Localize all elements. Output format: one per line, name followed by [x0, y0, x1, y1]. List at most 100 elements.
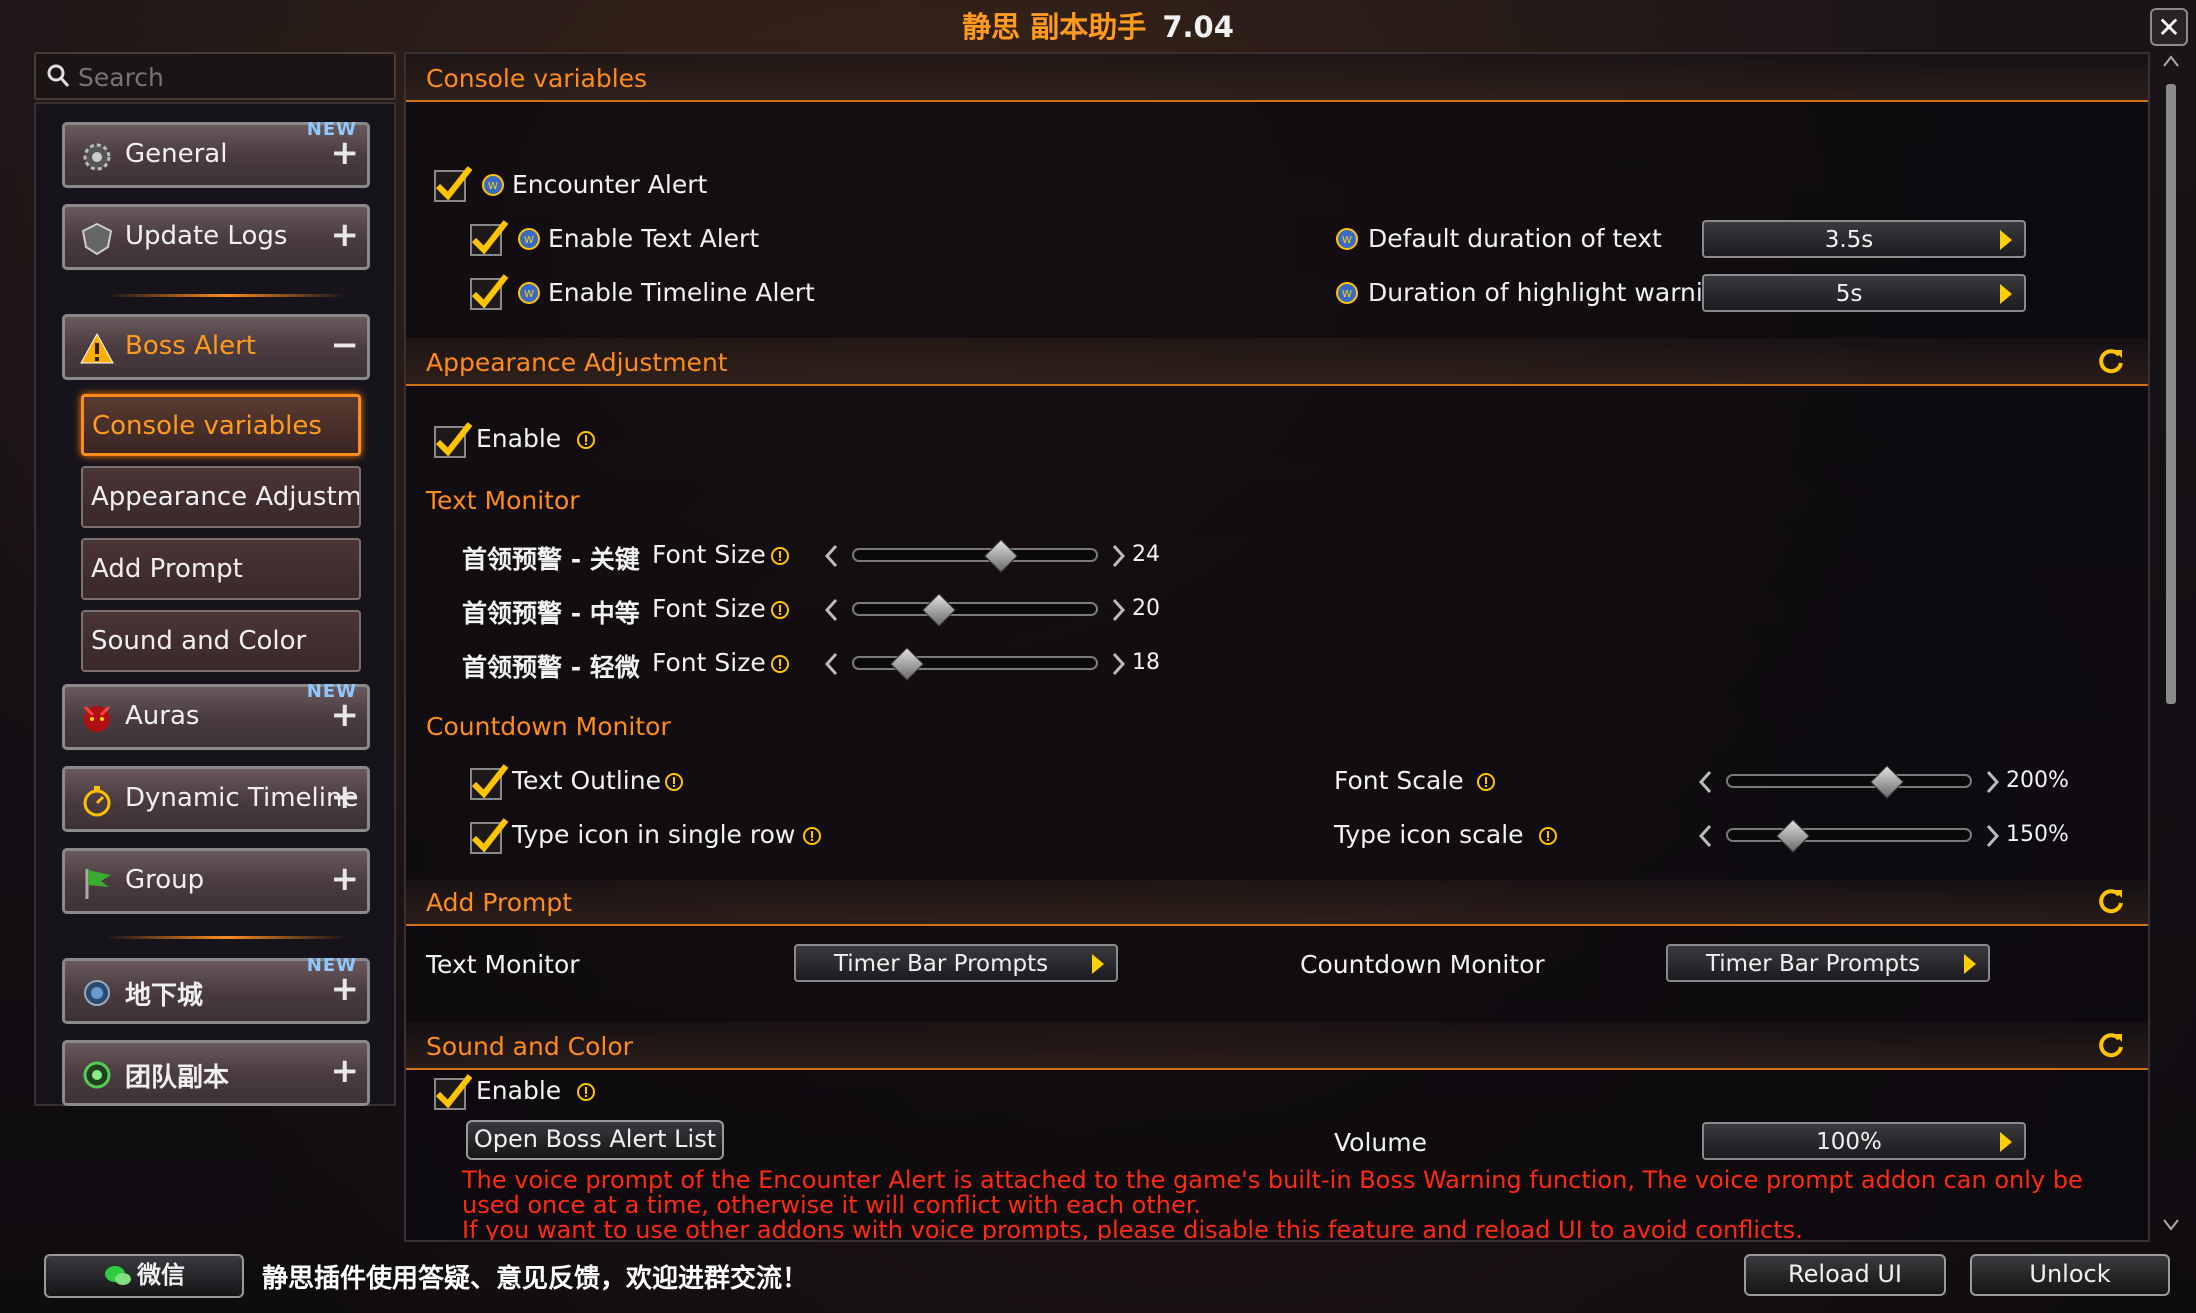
- slider-track[interactable]: [852, 548, 1098, 562]
- info-icon: [771, 655, 789, 673]
- sub-appearance-adjustment[interactable]: Appearance Adjustm...: [81, 466, 361, 528]
- nav-raid[interactable]: 团队副本 +: [62, 1040, 370, 1106]
- dropdown-arrow-icon: [1092, 954, 1104, 974]
- scroll-up-icon[interactable]: [2162, 54, 2180, 68]
- appearance-enable-checkbox[interactable]: [434, 422, 473, 458]
- scrollbar-thumb[interactable]: [2166, 84, 2176, 704]
- svg-text:W: W: [524, 289, 534, 300]
- scroll-down-icon[interactable]: [2162, 1218, 2180, 1232]
- slider-thumb[interactable]: [1776, 819, 1811, 853]
- slider-value: 18: [1132, 650, 1160, 675]
- nav-general[interactable]: General NEW +: [62, 119, 370, 188]
- decrease-arrow-icon[interactable]: [1698, 770, 1712, 794]
- font-scale-slider[interactable]: 200%: [1698, 762, 2069, 802]
- increase-arrow-icon[interactable]: [1986, 770, 2000, 794]
- enable-timeline-alert-label: Enable Timeline Alert: [548, 278, 815, 307]
- font-row-cn: 首领预警 - 轻微: [462, 653, 640, 682]
- divider: [106, 936, 346, 939]
- nav-auras[interactable]: Auras NEW +: [62, 681, 370, 750]
- wow-icon: W: [482, 174, 504, 196]
- default-duration-dropdown[interactable]: 3.5s: [1702, 220, 2026, 258]
- sub-add-prompt[interactable]: Add Prompt: [81, 538, 361, 600]
- decrease-arrow-icon[interactable]: [1698, 824, 1712, 848]
- wow-icon: W: [518, 228, 540, 250]
- expand-icon: +: [330, 133, 360, 173]
- expand-icon: +: [330, 859, 360, 899]
- sidebar: General NEW + Update Logs + Boss Alert −…: [34, 102, 396, 1106]
- wechat-button[interactable]: 微信: [44, 1254, 244, 1298]
- nav-dynamic-timeline[interactable]: Dynamic Timeline +: [62, 766, 370, 832]
- unlock-button[interactable]: Unlock: [1970, 1254, 2170, 1296]
- enable-label: Enable: [476, 1076, 562, 1105]
- slider-track[interactable]: [1726, 828, 1972, 842]
- slider-track[interactable]: [852, 602, 1098, 616]
- voice-note-line1: The voice prompt of the Encounter Alert …: [462, 1166, 2083, 1194]
- nav-dynamic-timeline-label: Dynamic Timeline: [125, 783, 359, 813]
- scrollbar[interactable]: [2158, 52, 2184, 1242]
- collapse-icon: −: [330, 325, 360, 365]
- encounter-alert-checkbox[interactable]: [434, 166, 473, 202]
- section-header-appearance: Appearance Adjustment: [406, 338, 2148, 386]
- sound-enable-checkbox[interactable]: [434, 1074, 473, 1110]
- dropdown-value: 5s: [1835, 281, 1863, 307]
- search-input[interactable]: [76, 60, 380, 94]
- font-size-slider-minor[interactable]: 18: [824, 644, 1160, 684]
- increase-arrow-icon[interactable]: [1112, 544, 1126, 568]
- font-size-slider-critical[interactable]: 24: [824, 536, 1160, 576]
- nav-group[interactable]: Group +: [62, 848, 370, 914]
- reset-icon[interactable]: [2096, 346, 2126, 376]
- slider-thumb[interactable]: [922, 593, 957, 627]
- reset-icon[interactable]: [2096, 886, 2126, 916]
- svg-text:W: W: [524, 235, 534, 246]
- slider-thumb[interactable]: [890, 647, 925, 681]
- section-title: Sound and Color: [426, 1032, 633, 1061]
- dropdown-arrow-icon: [2000, 284, 2012, 304]
- sub-sound-and-color[interactable]: Sound and Color: [81, 610, 361, 672]
- font-size-slider-medium[interactable]: 20: [824, 590, 1160, 630]
- font-row-cn: 首领预警 - 中等: [462, 599, 640, 628]
- nav-auras-label: Auras: [125, 701, 200, 731]
- sub-label: Add Prompt: [91, 554, 243, 584]
- increase-arrow-icon[interactable]: [1112, 652, 1126, 676]
- slider-track[interactable]: [1726, 774, 1972, 788]
- volume-dropdown[interactable]: 100%: [1702, 1122, 2026, 1160]
- decrease-arrow-icon[interactable]: [824, 652, 838, 676]
- close-button[interactable]: ✕: [2150, 8, 2188, 46]
- text-outline-checkbox[interactable]: [470, 764, 509, 800]
- slider-thumb[interactable]: [1869, 765, 1904, 799]
- slider-thumb[interactable]: [983, 539, 1018, 573]
- slider-track[interactable]: [852, 656, 1098, 670]
- enable-timeline-alert-checkbox[interactable]: [470, 274, 509, 310]
- section-add-prompt: Text Monitor Timer Bar Prompts Countdown…: [406, 926, 2148, 1022]
- add-prompt-countdown-monitor-label: Countdown Monitor: [1300, 950, 1545, 979]
- dropdown-value: Timer Bar Prompts: [833, 951, 1049, 977]
- enable-text-alert-checkbox[interactable]: [470, 220, 509, 256]
- expand-icon: +: [330, 969, 360, 1009]
- countdown-monitor-dropdown[interactable]: Timer Bar Prompts: [1666, 944, 1990, 982]
- nav-update-logs[interactable]: Update Logs +: [62, 204, 370, 270]
- default-duration-label: Default duration of text: [1368, 224, 1662, 253]
- decrease-arrow-icon[interactable]: [824, 544, 838, 568]
- highlight-duration-dropdown[interactable]: 5s: [1702, 274, 2026, 312]
- increase-arrow-icon[interactable]: [1986, 824, 2000, 848]
- decrease-arrow-icon[interactable]: [824, 598, 838, 622]
- nav-raid-label: 团队副本: [125, 1063, 230, 1093]
- type-icon-scale-slider[interactable]: 150%: [1698, 816, 2069, 856]
- nav-general-label: General: [125, 139, 228, 169]
- nav-boss-alert[interactable]: Boss Alert −: [62, 314, 370, 380]
- reload-ui-button[interactable]: Reload UI: [1744, 1254, 1946, 1296]
- reset-icon[interactable]: [2096, 1030, 2126, 1060]
- divider: [106, 294, 346, 297]
- increase-arrow-icon[interactable]: [1112, 598, 1126, 622]
- sub-console-variables[interactable]: Console variables: [81, 394, 361, 456]
- type-icon-row-checkbox[interactable]: [470, 818, 509, 854]
- nav-dungeon[interactable]: 地下城 NEW +: [62, 955, 370, 1024]
- dropdown-value: Timer Bar Prompts: [1705, 951, 1921, 977]
- info-icon: [771, 547, 789, 565]
- text-monitor-dropdown[interactable]: Timer Bar Prompts: [794, 944, 1118, 982]
- search-box[interactable]: [34, 52, 396, 100]
- slider-value: 200%: [2006, 768, 2069, 793]
- font-row-cn: 首领预警 - 关键: [462, 545, 640, 574]
- section-header-sound-color: Sound and Color: [406, 1022, 2148, 1070]
- open-boss-alert-list-button[interactable]: Open Boss Alert List: [466, 1120, 724, 1160]
